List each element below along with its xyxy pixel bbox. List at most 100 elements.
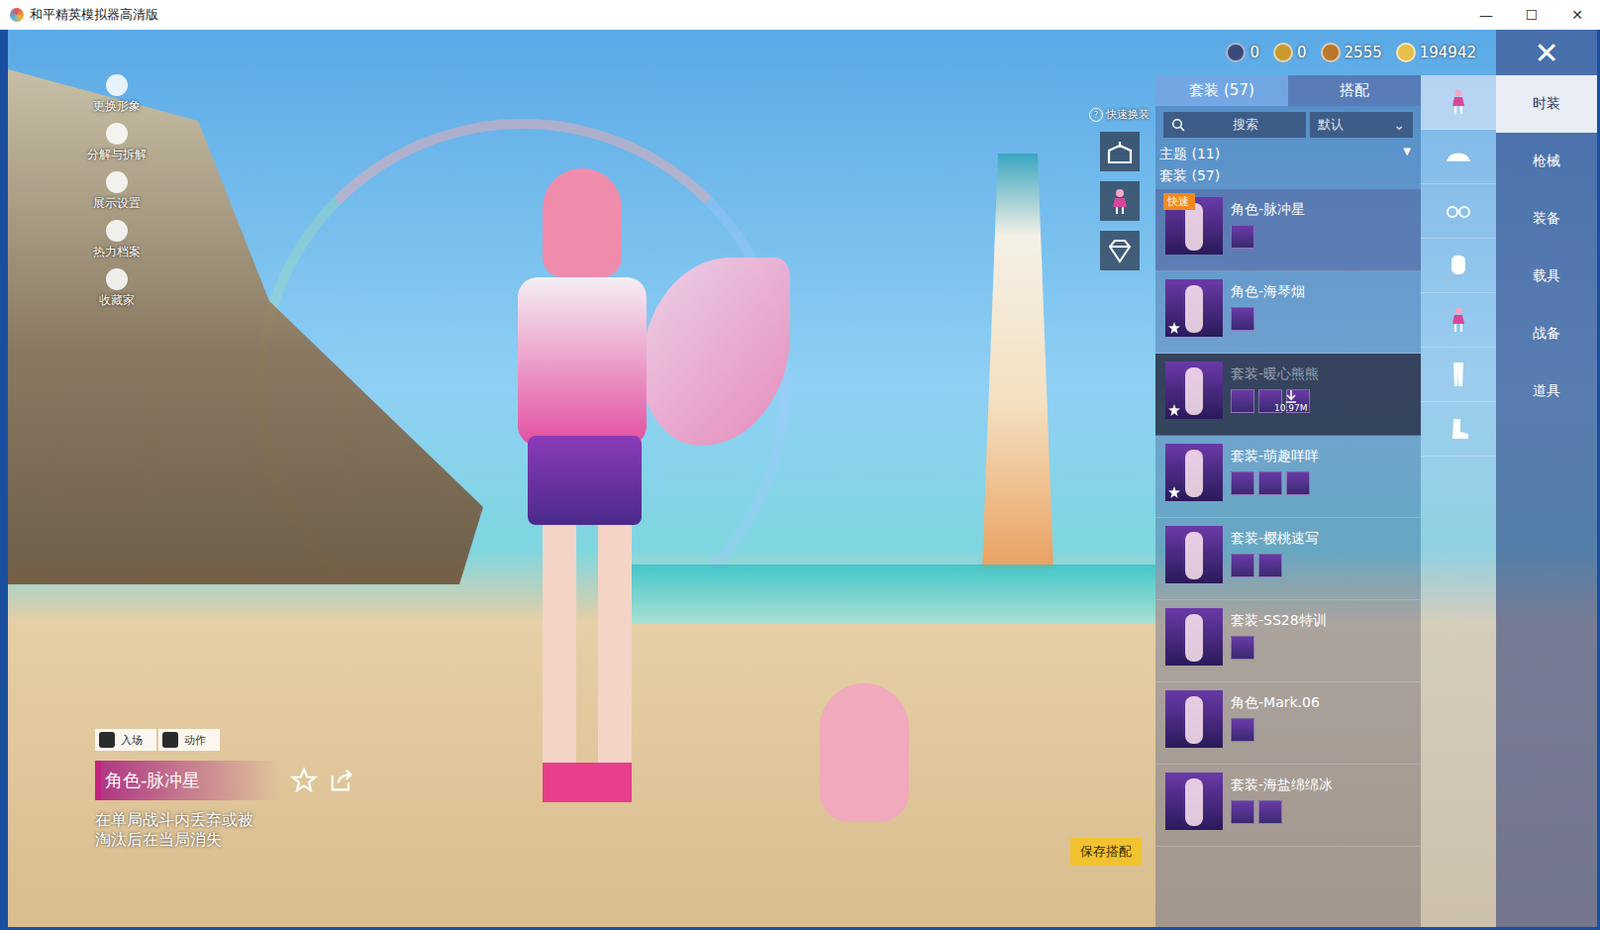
- outfit-row[interactable]: 套装-萌趣咩咩: [1155, 435, 1421, 518]
- outfit-button[interactable]: [1100, 181, 1140, 221]
- close-button[interactable]: ✕: [1496, 29, 1598, 76]
- side-menu-item[interactable]: 更换形象: [87, 74, 147, 115]
- part-icon: [1230, 389, 1255, 413]
- side-menu-item[interactable]: 展示设置: [87, 171, 147, 212]
- lighthouse: [978, 153, 1058, 570]
- part-icon: [1258, 553, 1283, 578]
- side-menu: 更换形象分解与拆解展示设置热力档案收藏家: [87, 74, 147, 309]
- category-2-icon: [1443, 196, 1474, 226]
- outfit-row[interactable]: 套装-SS28特训: [1155, 600, 1421, 683]
- sort-dropdown[interactable]: 默认⌄: [1309, 111, 1413, 138]
- action-icon: [99, 731, 115, 748]
- part-icon: [1258, 471, 1283, 496]
- category-6-icon: [1443, 413, 1474, 444]
- download-icon: [1284, 389, 1299, 403]
- app-icon: [9, 7, 24, 22]
- category-button[interactable]: [1420, 347, 1497, 402]
- side-menu-item[interactable]: 收藏家: [87, 268, 147, 309]
- outfit-row[interactable]: 套装-暖心熊熊10.97M: [1155, 353, 1421, 436]
- category-1-icon: [1443, 141, 1474, 172]
- menu-icon: [105, 122, 128, 145]
- category-button[interactable]: [1420, 401, 1497, 457]
- coin-icon: [1273, 42, 1294, 63]
- action-button[interactable]: 入场: [95, 728, 157, 751]
- menu-icon: [105, 171, 128, 194]
- quick-badge: 快速: [1163, 193, 1196, 210]
- outfit-thumbnail: [1165, 443, 1223, 501]
- currency-bar: 002555194942✕: [1155, 29, 1598, 76]
- part-icon: [1230, 717, 1255, 742]
- menu-icon: [105, 219, 128, 242]
- side-menu-item[interactable]: 分解与拆解: [87, 122, 147, 164]
- pet-model[interactable]: [819, 683, 909, 822]
- outfit-thumbnail: [1165, 772, 1223, 830]
- section-label: 套装 (57): [1155, 165, 1421, 190]
- outfit-thumbnail: [1165, 690, 1223, 748]
- main-tab[interactable]: 道具: [1496, 362, 1598, 420]
- main-tab[interactable]: 装备: [1496, 190, 1598, 248]
- character-model[interactable]: [473, 148, 791, 822]
- side-menu-item[interactable]: 热力档案: [87, 219, 147, 261]
- hanger-button[interactable]: [1100, 131, 1140, 172]
- outfit-thumbnail: [1165, 361, 1223, 419]
- part-icon: [1230, 635, 1255, 660]
- outfit-row[interactable]: 角色-Mark.06: [1155, 682, 1421, 765]
- hanger-icon: [1104, 136, 1135, 167]
- currency: 194942: [1396, 42, 1477, 63]
- window-title: 和平精英模拟器高清版: [29, 5, 159, 24]
- outfit-row[interactable]: 角色-海琴烟: [1155, 271, 1421, 354]
- help-icon[interactable]: ?: [1089, 107, 1103, 122]
- window-control[interactable]: —: [1463, 6, 1509, 23]
- coin-icon: [1225, 42, 1246, 63]
- main-tab[interactable]: 战备: [1496, 304, 1598, 363]
- quick-change-label: ?快速换装: [1089, 106, 1150, 122]
- star-icon[interactable]: [290, 766, 318, 795]
- sea: [601, 564, 1156, 624]
- outfit-thumbnail: [1165, 525, 1223, 584]
- outfit-row[interactable]: 套装-海盐绵绵冰: [1155, 764, 1421, 847]
- star-mark-icon: [1168, 321, 1181, 334]
- item-name: 角色-脉冲星: [95, 760, 281, 800]
- category-4-icon: [1443, 304, 1474, 335]
- category-button[interactable]: [1420, 184, 1497, 239]
- panel-tab[interactable]: 套装 (57): [1155, 75, 1289, 106]
- category-button[interactable]: [1420, 75, 1497, 130]
- item-description: 在单局战斗内丢弃或被淘汰后在当局消失: [95, 809, 266, 850]
- main-tab[interactable]: 枪械: [1496, 132, 1598, 191]
- preview-stage: 更换形象分解与拆解展示设置热力档案收藏家 ?快速换装入场动作角色-脉冲星在单局战斗…: [7, 29, 1156, 927]
- outfit-row[interactable]: 角色-脉冲星快速: [1155, 189, 1421, 272]
- currency: 0: [1273, 42, 1307, 63]
- quick-change: ?快速换装: [1089, 106, 1150, 271]
- coin-icon: [1396, 42, 1416, 63]
- emulator-window: 和平精英模拟器高清版—☐✕更换形象分解与拆解展示设置热力档案收藏家?快速换装入场…: [0, 0, 1600, 930]
- category-0-icon: [1443, 87, 1474, 117]
- ship: [7, 69, 484, 585]
- star-mark-icon: [1168, 403, 1181, 416]
- part-icon: [1230, 800, 1255, 824]
- star-mark-icon: [1168, 486, 1181, 499]
- title-bar: 和平精英模拟器高清版 —☐✕: [0, 0, 1600, 30]
- menu-icon: [105, 74, 128, 97]
- outfit-row[interactable]: 套装-樱桃速写: [1155, 517, 1421, 600]
- category-button[interactable]: [1420, 293, 1497, 348]
- outfit-panel: 套装 (57)搭配搜索默认⌄主题 (11)▼套装 (57)角色-脉冲星快速角色-…: [1155, 75, 1421, 927]
- diamond-button[interactable]: [1100, 230, 1140, 271]
- main-tab[interactable]: 载具: [1496, 247, 1598, 305]
- outfit-list: 角色-脉冲星快速角色-海琴烟套装-暖心熊熊10.97M套装-萌趣咩咩套装-樱桃速…: [1155, 189, 1421, 847]
- part-icon: [1286, 471, 1310, 496]
- category-button[interactable]: [1420, 238, 1497, 294]
- window-control[interactable]: ✕: [1554, 6, 1600, 23]
- diamond-icon: [1104, 235, 1135, 266]
- action-button[interactable]: 动作: [158, 728, 220, 751]
- outfit-icon: [1104, 186, 1135, 216]
- save-button[interactable]: 保存搭配: [1070, 837, 1142, 866]
- window-control[interactable]: ☐: [1508, 6, 1555, 23]
- coin-icon: [1320, 42, 1341, 63]
- category-button[interactable]: [1420, 129, 1497, 185]
- category-5-icon: [1443, 359, 1474, 390]
- share-icon[interactable]: [327, 766, 356, 795]
- theme-group[interactable]: 主题 (11)▼: [1155, 143, 1421, 166]
- search-field[interactable]: 搜索: [1163, 111, 1306, 138]
- main-tab[interactable]: 时装: [1496, 75, 1598, 133]
- panel-tab[interactable]: 搭配: [1288, 75, 1421, 106]
